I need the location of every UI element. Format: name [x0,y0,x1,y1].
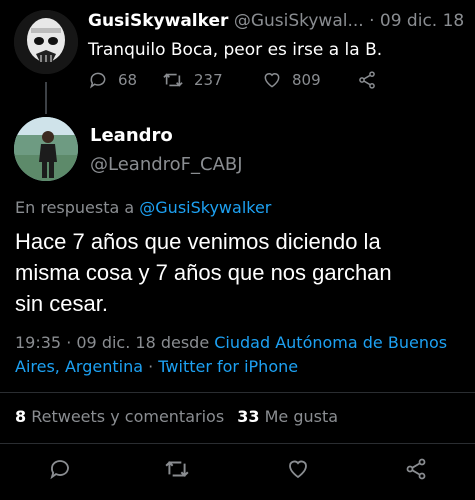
retweet-button[interactable] [164,457,190,481]
like-button[interactable] [286,457,310,481]
quoted-retweet-count: 237 [194,71,223,89]
reply-button[interactable] [48,457,72,481]
likes-stat[interactable]: 33 Me gusta [237,407,338,426]
source-separator: · [143,357,159,376]
tweet-timestamp: 19:35 · 09 dic. 18 desde [15,333,215,352]
quoted-retweet-button[interactable]: 237 [162,70,262,90]
quoted-action-bar: 68 237 809 [88,70,408,90]
quoted-share-button[interactable] [357,70,377,90]
reply-to-link[interactable]: @GusiSkywalker [139,198,271,217]
tweet-text-line: misma cosa y 7 años que nos garchan [15,260,392,285]
likes-count: 33 [237,407,260,426]
retweets-label: Retweets y comentarios [31,407,225,426]
share-icon [406,458,426,480]
divider [0,392,475,393]
quoted-avatar[interactable] [14,10,78,74]
quoted-like-button[interactable]: 809 [262,70,357,90]
action-bar [0,457,475,483]
tweet-text: Hace 7 años que venimos diciendo la mism… [15,226,392,319]
thread-line [45,82,47,114]
quoted-reply-button[interactable]: 68 [88,70,162,90]
likes-label: Me gusta [264,407,339,426]
source-link[interactable]: Twitter for iPhone [158,357,298,376]
heart-icon [289,460,307,479]
tweet-text-line: Hace 7 años que venimos diciendo la [15,229,381,254]
heart-icon [262,70,282,90]
engagement-stats: 8 Retweets y comentarios 33 Me gusta [15,407,338,426]
reply-context: En respuesta a @GusiSkywalker [15,198,271,217]
reply-icon [50,460,69,480]
author-avatar[interactable] [14,117,78,181]
quoted-handle-time: @GusiSkywal... · 09 dic. 18 [233,11,465,31]
quoted-like-count: 809 [292,71,321,89]
retweets-count: 8 [15,407,27,426]
retweets-stat[interactable]: 8 Retweets y comentarios [15,407,229,426]
retweet-icon [162,70,184,90]
retweet-icon [165,461,189,477]
reply-prefix: En respuesta a [15,198,140,217]
quoted-reply-count: 68 [118,71,138,89]
author-handle[interactable]: @LeandroF_CABJ [90,154,243,175]
location-link[interactable]: Ciudad Autónoma de Buenos [214,333,447,352]
quoted-tweet-text: Tranquilo Boca, peor es irse a la B. [88,40,383,60]
share-button[interactable] [404,457,428,481]
tweet-meta: 19:35 · 09 dic. 18 desde Ciudad Autónoma… [15,331,447,379]
reply-icon [88,70,108,90]
share-icon [357,70,377,90]
quoted-display-name[interactable]: GusiSkywalker [88,11,228,31]
location-link[interactable]: Aires, Argentina [15,357,143,376]
divider [0,443,475,444]
tweet-text-line: sin cesar. [15,291,108,316]
author-display-name[interactable]: Leandro [90,125,173,146]
